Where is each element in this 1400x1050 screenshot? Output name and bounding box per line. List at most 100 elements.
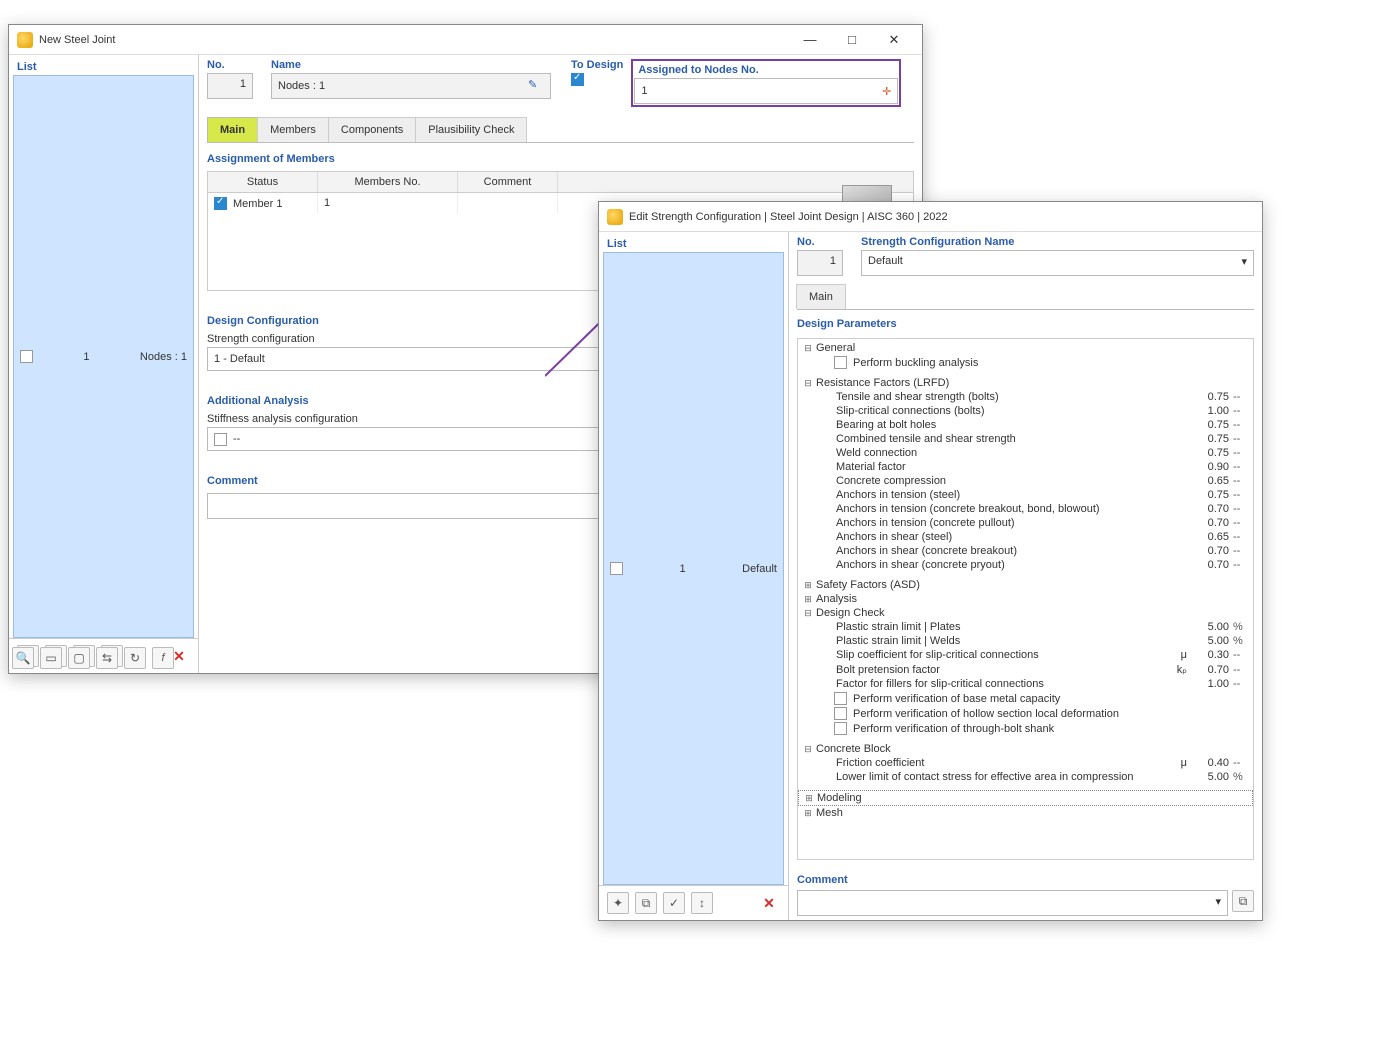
param-row[interactable]: Anchors in tension (concrete pullout)0.7…	[798, 516, 1253, 530]
param-row[interactable]: Material factor0.90--	[798, 460, 1253, 474]
titlebar[interactable]: Edit Strength Configuration | Steel Join…	[599, 202, 1262, 232]
config-list-panel: List 1 Default ✦ ⧉ ✓ ↕ ✕	[599, 232, 789, 920]
param-row[interactable]: Plastic strain limit | Plates5.00%	[798, 620, 1253, 634]
new-icon[interactable]: ✦	[607, 892, 629, 914]
config-name-input[interactable]: Default ▾	[861, 250, 1254, 276]
app-icon	[17, 32, 33, 48]
group-design-check[interactable]: Design Check	[814, 607, 1249, 619]
member-checkbox[interactable]	[214, 197, 227, 210]
assigned-nodes-block: Assigned to Nodes No. 1 ✛	[631, 59, 901, 107]
checkbox-icon[interactable]	[610, 562, 623, 575]
group-modeling[interactable]: Modeling	[815, 792, 1248, 804]
col-members-no: Members No.	[318, 172, 458, 192]
no-label: No.	[207, 59, 263, 71]
list-footer-toolbar: ✦ ⧉ ✓ ↕ ✕	[599, 885, 788, 920]
list-header: List	[9, 55, 198, 75]
close-button[interactable]: ✕	[874, 28, 914, 52]
perform-buckling-checkbox[interactable]	[834, 356, 847, 369]
param-row[interactable]: Plastic strain limit | Welds5.00%	[798, 634, 1253, 648]
chevron-down-icon: ▾	[1241, 255, 1247, 271]
group-resistance-factors[interactable]: Resistance Factors (LRFD)	[814, 377, 1249, 389]
param-row[interactable]: Anchors in shear (concrete pryout)0.70--	[798, 558, 1253, 572]
minimize-button[interactable]: —	[790, 28, 830, 52]
list-item-name: Nodes : 1	[140, 351, 187, 363]
param-row[interactable]: Factor for fillers for slip-critical con…	[798, 677, 1253, 691]
name-input[interactable]: Nodes : 1 ✎	[271, 73, 551, 99]
copy-icon[interactable]: ⧉	[635, 892, 657, 914]
tab-members[interactable]: Members	[257, 117, 329, 142]
param-checkbox[interactable]	[834, 722, 847, 735]
group-general[interactable]: General	[814, 342, 1249, 354]
delete-icon[interactable]: ✕	[758, 892, 780, 914]
tool-icon-4[interactable]: ⇆	[96, 647, 118, 669]
param-row[interactable]: Anchors in shear (steel)0.65--	[798, 530, 1253, 544]
group-safety-factors[interactable]: Safety Factors (ASD)	[814, 579, 1249, 591]
maximize-button[interactable]: □	[832, 28, 872, 52]
check-icon[interactable]: ✓	[663, 892, 685, 914]
col-comment: Comment	[458, 172, 558, 192]
tab-plausibility[interactable]: Plausibility Check	[415, 117, 527, 142]
tool-icon-1[interactable]: 🔍	[12, 647, 34, 669]
param-check-row[interactable]: Perform verification of hollow section l…	[798, 706, 1253, 721]
group-analysis[interactable]: Analysis	[814, 593, 1249, 605]
comment-label: Comment	[797, 874, 1254, 886]
tab-main[interactable]: Main	[207, 117, 258, 142]
param-row[interactable]: Anchors in shear (concrete breakout)0.70…	[798, 544, 1253, 558]
param-check-row[interactable]: Perform verification of through-bolt sha…	[798, 721, 1253, 736]
chevron-down-icon: ▾	[1215, 895, 1221, 911]
sort-icon[interactable]: ↕	[691, 892, 713, 914]
checkbox-icon[interactable]	[20, 350, 33, 363]
param-row[interactable]: Tensile and shear strength (bolts)0.75--	[798, 390, 1253, 404]
group-mesh[interactable]: Mesh	[814, 807, 1249, 819]
design-parameters-tree[interactable]: ⊟General Perform buckling analysis ⊟Resi…	[797, 338, 1254, 860]
no-input[interactable]: 1	[797, 250, 843, 276]
param-row[interactable]: Concrete compression0.65--	[798, 474, 1253, 488]
param-checkbox[interactable]	[834, 707, 847, 720]
param-check-row[interactable]: Perform verification of base metal capac…	[798, 691, 1253, 706]
list-item-no: 1	[83, 351, 89, 363]
design-parameters-label: Design Parameters	[797, 318, 1254, 330]
comment-input[interactable]: ▾	[797, 890, 1228, 916]
assigned-label: Assigned to Nodes No.	[634, 62, 898, 76]
to-design-checkbox[interactable]	[571, 73, 584, 86]
param-checkbox[interactable]	[834, 692, 847, 705]
tool-icon-5[interactable]: ↻	[124, 647, 146, 669]
no-label: No.	[797, 236, 853, 248]
window-title: New Steel Joint	[39, 34, 115, 46]
list-item[interactable]: 1 Nodes : 1	[13, 75, 194, 638]
tab-main[interactable]: Main	[796, 284, 846, 309]
param-row[interactable]: Friction coefficientμ0.40--	[798, 756, 1253, 770]
param-row[interactable]: Combined tensile and shear strength0.75-…	[798, 432, 1253, 446]
edit-strength-config-window: Edit Strength Configuration | Steel Join…	[598, 201, 1263, 921]
list-item[interactable]: 1 Default	[603, 252, 784, 885]
group-concrete-block[interactable]: Concrete Block	[814, 743, 1249, 755]
to-design-label: To Design	[571, 59, 623, 71]
config-name-label: Strength Configuration Name	[861, 236, 1254, 248]
tab-bar: Main Members Components Plausibility Che…	[207, 117, 914, 143]
param-row[interactable]: Slip-critical connections (bolts)1.00--	[798, 404, 1253, 418]
param-row[interactable]: Weld connection0.75--	[798, 446, 1253, 460]
name-label: Name	[271, 59, 551, 71]
tab-components[interactable]: Components	[328, 117, 416, 142]
stiffness-checkbox[interactable]	[214, 433, 227, 446]
config-main-panel: No. 1 Strength Configuration Name Defaul…	[789, 232, 1262, 920]
pick-node-icon[interactable]: ✛	[882, 85, 891, 98]
param-row[interactable]: Anchors in tension (steel)0.75--	[798, 488, 1253, 502]
col-status: Status	[208, 172, 318, 192]
comment-copy-icon[interactable]: ⧉	[1232, 890, 1254, 912]
edit-name-icon[interactable]: ✎	[528, 78, 544, 94]
param-row[interactable]: Anchors in tension (concrete breakout, b…	[798, 502, 1253, 516]
list-header: List	[599, 232, 788, 252]
assignment-members-label: Assignment of Members	[207, 153, 914, 165]
param-row[interactable]: Slip coefficient for slip-critical conne…	[798, 648, 1253, 662]
param-row[interactable]: Bolt pretension factorkₚ0.70--	[798, 662, 1253, 677]
view-toolbar: 🔍 ▭ ▢ ⇆ ↻ f	[8, 644, 188, 672]
param-row[interactable]: Bearing at bolt holes0.75--	[798, 418, 1253, 432]
tool-icon-2[interactable]: ▭	[40, 647, 62, 669]
tool-icon-6[interactable]: f	[152, 647, 174, 669]
no-input[interactable]: 1	[207, 73, 253, 99]
titlebar[interactable]: New Steel Joint — □ ✕	[9, 25, 922, 55]
tool-icon-3[interactable]: ▢	[68, 647, 90, 669]
assigned-input[interactable]: 1 ✛	[634, 78, 898, 104]
param-row[interactable]: Lower limit of contact stress for effect…	[798, 770, 1253, 784]
